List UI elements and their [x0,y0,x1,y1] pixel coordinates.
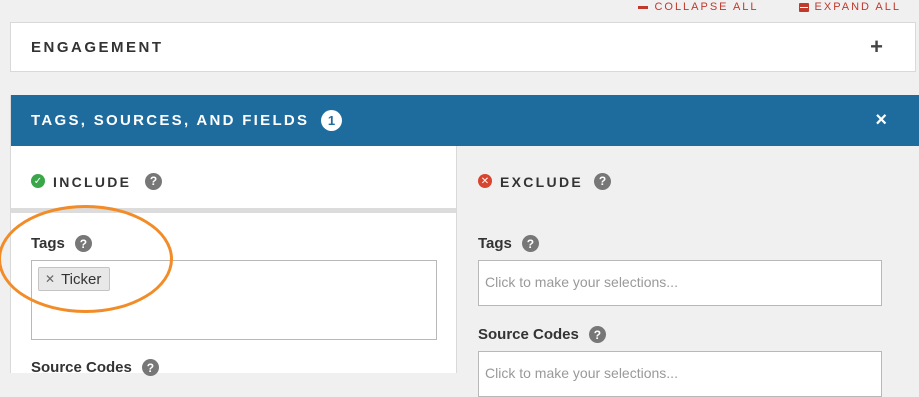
engagement-panel[interactable]: ENGAGEMENT + [10,22,916,72]
include-source-codes-label-row: Source Codes ? [31,359,159,376]
help-icon[interactable]: ? [145,172,162,190]
expand-icon [798,2,809,12]
help-icon[interactable]: ? [588,326,606,343]
toolbar: COLLAPSE ALL EXPAND ALL [638,0,901,14]
check-circle-icon: ✓ [31,174,45,188]
tag-chip-label: Ticker [61,270,102,288]
include-label: INCLUDE [53,174,132,190]
exclude-source-codes-placeholder: Click to make your selections... [485,365,678,381]
exclude-source-codes-label: Source Codes [478,326,579,343]
exclude-source-codes-label-row: Source Codes ? [478,326,606,343]
include-tags-select[interactable]: ✕ Ticker [31,260,437,340]
remove-icon[interactable]: ✕ [45,272,55,286]
tag-chip: ✕ Ticker [38,267,111,291]
exclude-tags-label-row: Tags ? [478,235,539,252]
exclude-label: EXCLUDE [500,174,583,190]
help-icon[interactable]: ? [74,235,92,252]
help-icon[interactable]: ? [521,235,539,252]
exclude-tags-label: Tags [478,235,512,252]
include-column: ✓ INCLUDE ? Tags ? ✕ Ticker Source Codes… [11,146,457,376]
x-circle-icon: ✕ [478,174,492,188]
include-header: ✓ INCLUDE ? [11,146,456,213]
exclude-source-codes-select[interactable]: Click to make your selections... [478,351,882,397]
include-tags-label-row: Tags ? [31,235,92,252]
plus-icon[interactable]: + [870,36,883,58]
exclude-tags-placeholder: Click to make your selections... [485,274,678,290]
include-source-codes-label: Source Codes [31,359,132,376]
help-icon[interactable]: ? [141,359,159,376]
tags-panel-title: TAGS, SOURCES, AND FIELDS [31,112,310,129]
exclude-header: ✕ EXCLUDE ? [457,146,919,208]
tags-sources-fields-panel: TAGS, SOURCES, AND FIELDS 1 × ✓ INCLUDE … [10,95,919,397]
expand-all-link[interactable]: EXPAND ALL [798,0,901,14]
close-icon[interactable]: × [875,109,887,132]
collapse-icon [638,5,649,9]
engagement-title: ENGAGEMENT [31,39,164,56]
collapse-all-label: COLLAPSE ALL [654,1,759,13]
include-tags-label: Tags [31,235,65,252]
tags-panel-header[interactable]: TAGS, SOURCES, AND FIELDS 1 × [11,95,919,146]
exclude-column: ✕ EXCLUDE ? Tags ? Click to make your se… [457,146,919,397]
collapse-all-link[interactable]: COLLAPSE ALL [638,0,758,14]
help-icon[interactable]: ? [594,172,611,190]
exclude-tags-select[interactable]: Click to make your selections... [478,260,882,306]
expand-all-label: EXPAND ALL [814,1,901,13]
count-badge: 1 [321,110,342,131]
